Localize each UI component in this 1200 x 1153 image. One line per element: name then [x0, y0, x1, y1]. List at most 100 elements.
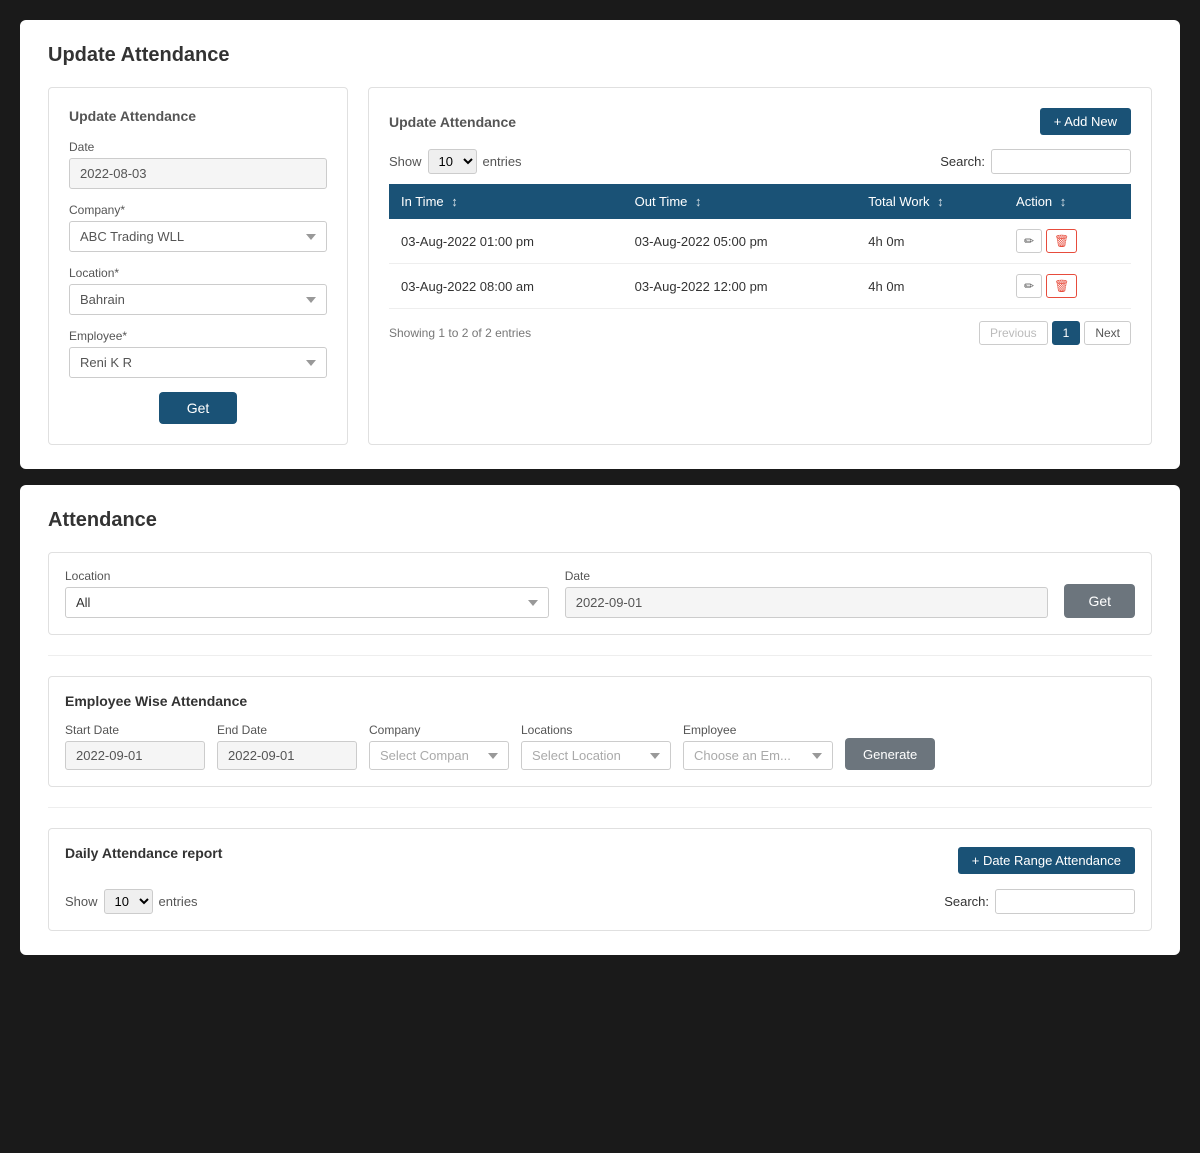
- date-input[interactable]: [69, 158, 327, 189]
- daily-search-label: Search:: [944, 894, 989, 909]
- total-work-cell: 4h 0m: [856, 264, 1004, 309]
- action-cell: ✏ 🗑: [1004, 264, 1131, 309]
- edit-button[interactable]: ✏: [1016, 274, 1042, 298]
- locations-filter-label: Locations: [521, 723, 671, 737]
- show-entries: Show 10 entries: [389, 149, 522, 174]
- add-new-button[interactable]: + Add New: [1040, 108, 1131, 135]
- sort-icon-action: ↕: [1060, 194, 1067, 209]
- daily-entries-label: entries: [159, 894, 198, 909]
- next-page-button[interactable]: Next: [1084, 321, 1131, 345]
- employee-form-group: Employee* Reni K R: [69, 329, 327, 378]
- col-action: Action ↕: [1004, 184, 1131, 219]
- search-box: Search:: [940, 149, 1131, 174]
- update-attendance-panel: Update Attendance Update Attendance Date…: [20, 20, 1180, 469]
- employee-wise-section: Employee Wise Attendance Start Date End …: [48, 676, 1152, 787]
- date-form-group: Date: [69, 140, 327, 189]
- start-date-label: Start Date: [65, 723, 205, 737]
- total-work-cell: 4h 0m: [856, 219, 1004, 264]
- sort-icon-outtime: ↕: [695, 194, 702, 209]
- location-label: Location*: [69, 266, 327, 280]
- location-filter-group: Location All: [65, 569, 549, 618]
- employee-filter-select[interactable]: Choose an Em...: [683, 741, 833, 770]
- pagination: Previous 1 Next: [979, 321, 1131, 345]
- location-select[interactable]: Bahrain: [69, 284, 327, 315]
- date-filter-group: Date: [565, 569, 1049, 618]
- end-date-group: End Date: [217, 723, 357, 770]
- daily-controls: Show 10 entries Search:: [65, 889, 1135, 914]
- daily-report-section: Daily Attendance report + Date Range Att…: [48, 828, 1152, 931]
- employee-wise-title: Employee Wise Attendance: [65, 693, 1135, 709]
- end-date-input[interactable]: [217, 741, 357, 770]
- employee-filter-label: Employee: [683, 723, 833, 737]
- attendance-get-button[interactable]: Get: [1064, 584, 1135, 618]
- delete-button[interactable]: 🗑: [1046, 229, 1077, 253]
- search-label: Search:: [940, 154, 985, 169]
- entries-label: entries: [483, 154, 522, 169]
- locations-filter-select[interactable]: Select Location: [521, 741, 671, 770]
- generate-button[interactable]: Generate: [845, 738, 935, 770]
- right-card-title: Update Attendance: [389, 114, 516, 130]
- show-select[interactable]: 10: [428, 149, 477, 174]
- daily-report-title: Daily Attendance report: [65, 845, 222, 861]
- employee-select[interactable]: Reni K R: [69, 347, 327, 378]
- daily-show-select[interactable]: 10: [104, 889, 153, 914]
- in-time-cell: 03-Aug-2022 01:00 pm: [389, 219, 623, 264]
- top-filter-row: Location All Date Get: [48, 552, 1152, 635]
- attendance-panel: Attendance Location All Date Get Employe…: [20, 485, 1180, 955]
- get-button[interactable]: Get: [159, 392, 238, 424]
- location-form-group: Location* Bahrain: [69, 266, 327, 315]
- company-filter-select[interactable]: Select Compan: [369, 741, 509, 770]
- update-attendance-page-title: Update Attendance: [48, 44, 1152, 67]
- right-card-header: Update Attendance + Add New: [389, 108, 1131, 135]
- sort-icon-intime: ↕: [451, 194, 458, 209]
- end-date-label: End Date: [217, 723, 357, 737]
- out-time-cell: 03-Aug-2022 12:00 pm: [623, 264, 857, 309]
- showing-info: Showing 1 to 2 of 2 entries: [389, 326, 531, 340]
- show-label: Show: [389, 154, 422, 169]
- update-attendance-right-card: Update Attendance + Add New Show 10 entr…: [368, 87, 1152, 445]
- table-header-row: In Time ↕ Out Time ↕ Total Work ↕ Action…: [389, 184, 1131, 219]
- company-filter-label: Company: [369, 723, 509, 737]
- sort-icon-totalwork: ↕: [937, 194, 944, 209]
- daily-search-input[interactable]: [995, 889, 1135, 914]
- company-filter-group: Company Select Compan: [369, 723, 509, 770]
- location-filter-select[interactable]: All: [65, 587, 549, 618]
- previous-page-button[interactable]: Previous: [979, 321, 1048, 345]
- daily-search-box: Search:: [944, 889, 1135, 914]
- date-filter-label: Date: [565, 569, 1049, 583]
- col-in-time: In Time ↕: [389, 184, 623, 219]
- update-attendance-left-card: Update Attendance Date Company* ABC Trad…: [48, 87, 348, 445]
- attendance-page-title: Attendance: [48, 509, 1152, 532]
- start-date-group: Start Date: [65, 723, 205, 770]
- delete-button[interactable]: 🗑: [1046, 274, 1077, 298]
- in-time-cell: 03-Aug-2022 08:00 am: [389, 264, 623, 309]
- page-1-button[interactable]: 1: [1052, 321, 1081, 345]
- start-date-input[interactable]: [65, 741, 205, 770]
- search-input[interactable]: [991, 149, 1131, 174]
- company-select[interactable]: ABC Trading WLL: [69, 221, 327, 252]
- emp-filter-row: Start Date End Date Company Select Compa…: [65, 723, 1135, 770]
- left-card-title: Update Attendance: [69, 108, 327, 124]
- company-label: Company*: [69, 203, 327, 217]
- date-filter-input[interactable]: [565, 587, 1049, 618]
- table-controls: Show 10 entries Search:: [389, 149, 1131, 174]
- daily-show-label: Show: [65, 894, 98, 909]
- employee-filter-group: Employee Choose an Em...: [683, 723, 833, 770]
- employee-label: Employee*: [69, 329, 327, 343]
- col-out-time: Out Time ↕: [623, 184, 857, 219]
- date-range-button[interactable]: + Date Range Attendance: [958, 847, 1135, 874]
- attendance-table: In Time ↕ Out Time ↕ Total Work ↕ Action…: [389, 184, 1131, 309]
- col-total-work: Total Work ↕: [856, 184, 1004, 219]
- location-filter-label: Location: [65, 569, 549, 583]
- table-footer: Showing 1 to 2 of 2 entries Previous 1 N…: [389, 321, 1131, 345]
- table-row: 03-Aug-2022 01:00 pm 03-Aug-2022 05:00 p…: [389, 219, 1131, 264]
- table-row: 03-Aug-2022 08:00 am 03-Aug-2022 12:00 p…: [389, 264, 1131, 309]
- edit-button[interactable]: ✏: [1016, 229, 1042, 253]
- update-attendance-body: Update Attendance Date Company* ABC Trad…: [48, 87, 1152, 445]
- daily-show-entries: Show 10 entries: [65, 889, 198, 914]
- date-label: Date: [69, 140, 327, 154]
- company-form-group: Company* ABC Trading WLL: [69, 203, 327, 252]
- locations-filter-group: Locations Select Location: [521, 723, 671, 770]
- daily-report-header: Daily Attendance report + Date Range Att…: [65, 845, 1135, 875]
- action-cell: ✏ 🗑: [1004, 219, 1131, 264]
